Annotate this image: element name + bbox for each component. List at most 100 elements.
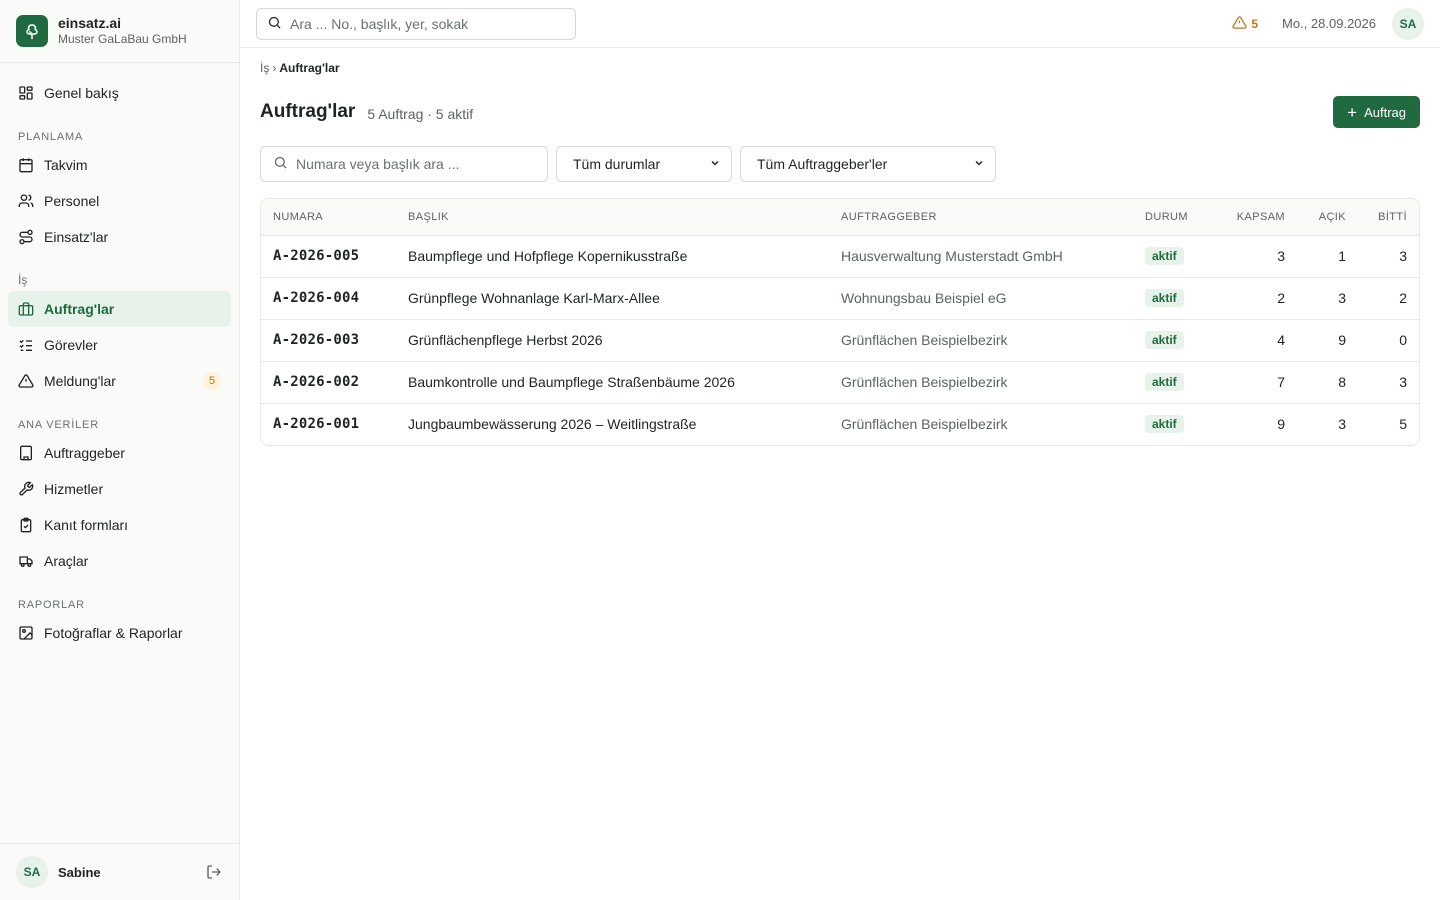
sidebar-item-label: Görevler <box>44 337 98 353</box>
status-filter-select[interactable]: Tüm durumlar <box>556 146 732 182</box>
status-badge: aktif <box>1145 415 1184 434</box>
client-filter-select[interactable]: Tüm Auftraggeber'ler <box>740 146 996 182</box>
sidebar-item-label: Auftrag'lar <box>44 301 115 317</box>
app-shell: einsatz.ai Muster GaLaBau GmbH Genel bak… <box>0 0 1440 900</box>
order-client: Grünflächen Beispielbezirk <box>841 374 1008 390</box>
avatar[interactable]: SA <box>16 856 48 888</box>
add-order-button[interactable]: + Auftrag <box>1333 96 1420 128</box>
sidebar-item-calendar[interactable]: Takvim <box>8 147 231 183</box>
sidebar-user: SA Sabine <box>0 843 239 900</box>
page-title: Auftrag'lar <box>260 101 356 122</box>
column-header-client[interactable]: AUFTRAGGEBER <box>829 199 1133 235</box>
page-content: İş › Auftrag'lar Auftrag'lar 5 Auftrag ·… <box>240 48 1440 446</box>
sidebar-item-reports-alerts[interactable]: Meldung'lar 5 <box>8 363 231 399</box>
orders-table: NUMARA BAŞLIK AUFTRAGGEBER DURUM KAPSAM … <box>260 198 1420 446</box>
building-icon <box>18 445 34 461</box>
nav-section-planning: PLANLAMA <box>18 131 84 143</box>
order-scope: 2 <box>1277 290 1285 306</box>
sidebar-item-orders[interactable]: Auftrag'lar <box>8 291 231 327</box>
search-icon <box>273 155 288 173</box>
global-search-input[interactable] <box>290 15 565 32</box>
status-badge: aktif <box>1145 247 1184 265</box>
brand-text: einsatz.ai Muster GaLaBau GmbH <box>58 15 187 47</box>
order-open: 1 <box>1338 248 1346 264</box>
client-filter-value: Tüm Auftraggeber'ler <box>757 156 888 172</box>
clipboard-icon <box>18 517 34 533</box>
order-search[interactable] <box>260 146 548 182</box>
column-header-done[interactable]: BİTTİ <box>1358 199 1419 235</box>
order-number: A-2026-004 <box>273 290 360 306</box>
chevron-down-icon <box>973 156 985 172</box>
user-avatar[interactable]: SA <box>1392 7 1424 40</box>
brand[interactable]: einsatz.ai Muster GaLaBau GmbH <box>0 0 239 63</box>
order-client: Wohnungsbau Beispiel eG <box>841 290 1007 306</box>
plus-icon: + <box>1347 102 1358 122</box>
tree-logo-icon <box>16 15 48 47</box>
briefcase-icon <box>18 301 34 317</box>
order-status-cell: aktif <box>1133 235 1217 277</box>
alerts-count: 5 <box>1251 16 1259 31</box>
checklist-icon <box>18 337 34 353</box>
table-row[interactable]: A-2026-001 Jungbaumbewässerung 2026 – We… <box>261 403 1419 445</box>
breadcrumb-current: Auftrag'lar <box>279 61 340 75</box>
sidebar-item-overview[interactable]: Genel bakış <box>8 75 231 111</box>
column-header-number[interactable]: NUMARA <box>261 199 396 235</box>
order-number: A-2026-003 <box>273 332 360 348</box>
nav-section-master-data: ANA VERİLER <box>18 419 99 431</box>
calendar-icon <box>18 157 34 173</box>
table-row[interactable]: A-2026-004 Grünpflege Wohnanlage Karl-Ma… <box>261 277 1419 319</box>
table-header-row: NUMARA BAŞLIK AUFTRAGGEBER DURUM KAPSAM … <box>261 199 1419 235</box>
sidebar-item-services[interactable]: Hizmetler <box>8 471 231 507</box>
logout-icon[interactable] <box>205 863 223 881</box>
order-search-input[interactable] <box>296 156 535 172</box>
topbar-right: 5 Mo., 28.09.2026 SA <box>1232 7 1424 40</box>
sidebar-item-staff[interactable]: Personel <box>8 183 231 219</box>
order-client: Grünflächen Beispielbezirk <box>841 416 1008 433</box>
sidebar-item-label: Araçlar <box>44 553 89 569</box>
sidebar-item-label: Fotoğraflar & Raporlar <box>44 625 183 641</box>
order-client: Hausverwaltung Musterstadt GmbH <box>841 248 1063 264</box>
order-done: 3 <box>1399 248 1407 264</box>
breadcrumb: İş › Auftrag'lar <box>260 60 1420 76</box>
nav-section-reports: RAPORLAR <box>18 599 85 611</box>
order-client: Grünflächen Beispielbezirk <box>841 332 1008 348</box>
sidebar-item-tasks[interactable]: Görevler <box>8 327 231 363</box>
table-row[interactable]: A-2026-003 Grünflächenpflege Herbst 2026… <box>261 319 1419 361</box>
image-icon <box>18 625 34 641</box>
order-title: Grünpflege Wohnanlage Karl-Marx-Allee <box>408 290 660 306</box>
page-meta: 5 Auftrag · 5 aktif <box>367 105 474 122</box>
alerts-count-badge: 5 <box>203 372 221 390</box>
order-number: A-2026-005 <box>273 248 360 264</box>
global-search[interactable] <box>256 7 576 40</box>
order-scope: 7 <box>1277 374 1285 390</box>
alerts-button[interactable]: 5 <box>1232 15 1258 33</box>
sidebar-item-label: Auftraggeber <box>44 445 125 461</box>
dashboard-icon <box>18 85 34 101</box>
column-header-title[interactable]: BAŞLIK <box>396 199 829 235</box>
breadcrumb-parent[interactable]: İş <box>260 61 269 75</box>
truck-icon <box>18 553 34 569</box>
column-header-scope[interactable]: KAPSAM <box>1217 199 1297 235</box>
order-scope: 4 <box>1277 332 1285 348</box>
page-header: Auftrag'lar 5 Auftrag · 5 aktif + Auftra… <box>260 96 1420 128</box>
order-open: 3 <box>1338 416 1346 433</box>
sidebar-item-label: Personel <box>44 193 100 209</box>
table-row[interactable]: A-2026-005 Baumpflege und Hofpflege Kope… <box>261 235 1419 277</box>
sidebar-item-proof-forms[interactable]: Kanıt formları <box>8 507 231 543</box>
topbar: 5 Mo., 28.09.2026 SA <box>240 0 1440 48</box>
sidebar-item-vehicles[interactable]: Araçlar <box>8 543 231 579</box>
sidebar-item-deployments[interactable]: Einsatz'lar <box>8 219 231 255</box>
table-row[interactable]: A-2026-002 Baumkontrolle und Baumpflege … <box>261 361 1419 403</box>
sidebar: einsatz.ai Muster GaLaBau GmbH Genel bak… <box>0 0 240 900</box>
status-badge: aktif <box>1145 373 1184 391</box>
column-header-status[interactable]: DURUM <box>1133 199 1217 235</box>
sidebar-item-label: Meldung'lar <box>44 373 116 389</box>
column-header-open[interactable]: AÇIK <box>1297 199 1358 235</box>
search-icon <box>267 15 282 33</box>
sidebar-item-clients[interactable]: Auftraggeber <box>8 435 231 471</box>
sidebar-item-photos-reports[interactable]: Fotoğraflar & Raporlar <box>8 615 231 651</box>
sidebar-nav: Genel bakış PLANLAMA Takvim Personel Ein… <box>0 63 239 843</box>
add-order-label: Auftrag <box>1364 104 1406 120</box>
order-done: 5 <box>1399 416 1407 433</box>
chevron-down-icon <box>709 156 721 172</box>
